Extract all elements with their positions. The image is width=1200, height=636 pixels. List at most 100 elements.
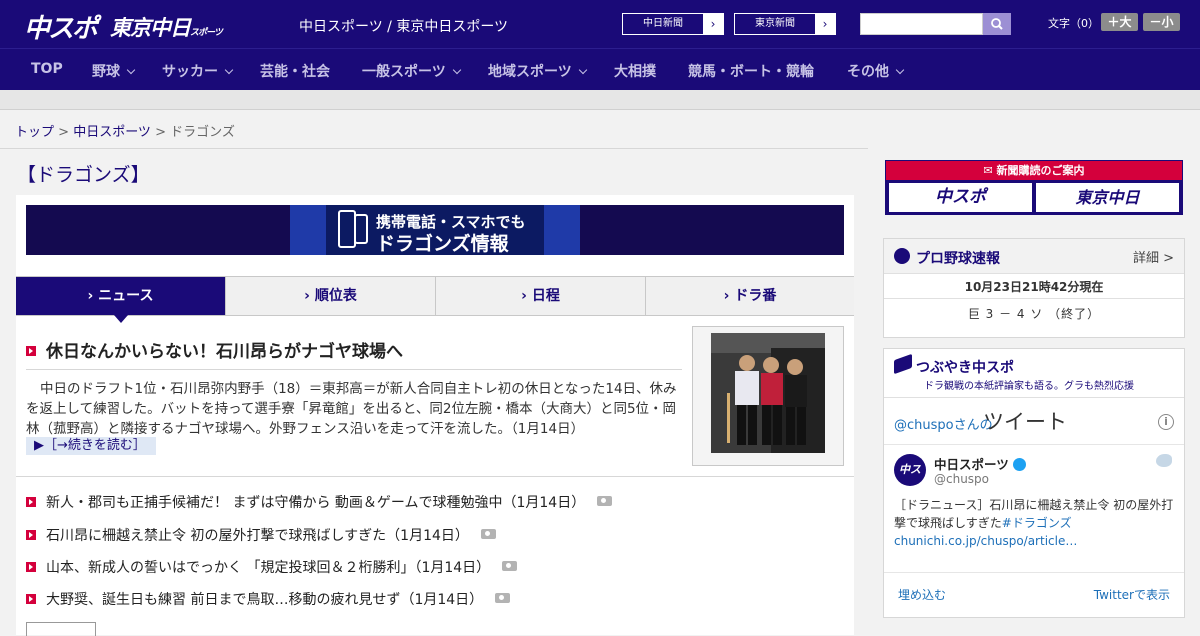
tab-schedule[interactable]: › 日程 xyxy=(436,277,646,315)
bullet-arrow-icon xyxy=(26,346,36,356)
breadcrumb-separator: > xyxy=(150,125,171,140)
nav-label: 芸能・社会 xyxy=(260,64,330,80)
nav-label: 大相撲 xyxy=(614,64,656,80)
avatar[interactable]: 中スポ xyxy=(894,454,926,508)
nav-label: 競馬・ボート・競輪 xyxy=(688,64,814,80)
card-title: つぶやき中スポ xyxy=(916,360,1014,376)
nav-item-soccer[interactable]: サッカー xyxy=(162,61,234,81)
chevron-right-icon: › xyxy=(815,14,835,34)
lead-photo xyxy=(711,333,825,453)
breadcrumb-separator: > xyxy=(54,125,74,140)
baseball-score-card: プロ野球速報 詳細 > 10月23日21時42分現在 巨 3 － 4 ソ （終了… xyxy=(883,238,1185,338)
divider xyxy=(884,572,1184,573)
nav-item-sumo[interactable]: 大相撲 xyxy=(614,61,656,81)
subscribe-tokyo-button[interactable]: 東京中日 xyxy=(1036,183,1179,212)
players-photo-image xyxy=(711,333,825,453)
banner-stripe xyxy=(544,205,580,255)
camera-icon xyxy=(597,496,613,506)
breadcrumb-chunichi[interactable]: 中日スポーツ xyxy=(73,125,151,140)
nav-item-baseball[interactable]: 野球 xyxy=(92,61,136,81)
detail-link[interactable]: 詳細 > xyxy=(1133,247,1174,266)
banner-line2: ドラゴンズ情報 xyxy=(376,233,509,255)
smartphone-icon xyxy=(354,214,368,244)
search-input[interactable] xyxy=(860,13,983,35)
info-icon[interactable]: i xyxy=(1158,414,1174,430)
lead-title-text: 休日なんかいらない！石川昂らがナゴヤ球場へ xyxy=(46,342,403,362)
chunichi-shimbun-button[interactable]: 中日新聞 › xyxy=(622,13,724,35)
tab-news[interactable]: › ニュース xyxy=(16,277,226,323)
nav-item-entertainment[interactable]: 芸能・社会 xyxy=(260,61,330,81)
lead-article-title[interactable]: 休日なんかいらない！石川昂らがナゴヤ球場へ xyxy=(26,336,682,370)
chevron-down-icon xyxy=(224,65,234,75)
lead-photo-frame[interactable] xyxy=(692,326,844,466)
nav-item-top[interactable]: TOP xyxy=(31,61,63,77)
tokyo-shimbun-button[interactable]: 東京新聞 › xyxy=(734,13,836,35)
page-title: 【ドラゴンズ】 xyxy=(17,164,150,186)
chevron-down-icon xyxy=(452,65,461,75)
tokyo-chunichi-logo[interactable]: 東京中日スポーツ xyxy=(110,12,223,42)
camera-icon xyxy=(480,529,496,539)
font-size-label: 文字（0） xyxy=(1048,17,1099,30)
nav-label: TOP xyxy=(31,61,63,77)
font-larger-button[interactable]: ＋大 xyxy=(1101,13,1138,31)
divider xyxy=(0,148,868,149)
paper-button-label: 中日新聞 xyxy=(643,18,683,29)
main-nav: TOP 野球 サッカー 芸能・社会 一般スポーツ 地域スポーツ 大相撲 競馬・ボ… xyxy=(0,48,1200,90)
bullet-arrow-icon xyxy=(26,594,36,604)
section-tabs: › ニュース › 順位表 › 日程 › ドラ番 xyxy=(16,276,854,323)
tokyo-logo-text: 東京中日 xyxy=(110,16,191,40)
divider xyxy=(16,476,854,477)
view-on-twitter-link[interactable]: Twitterで表示 xyxy=(1094,586,1170,603)
twitter-card: つぶやき中スポ ドラ観戦の本紙評論家も語る。グラも熱烈応援 @chuspoさんの… xyxy=(883,348,1185,618)
breadcrumb-top[interactable]: トップ xyxy=(15,125,54,140)
twitter-bird-icon[interactable] xyxy=(1156,454,1172,467)
chevron-right-icon: › xyxy=(703,14,723,34)
account-username[interactable]: @chuspo xyxy=(934,472,989,486)
twitter-handle[interactable]: @chuspoさんの xyxy=(894,414,993,433)
verified-icon xyxy=(1012,458,1026,471)
news-title: 大野奨、誕生日も練習 前日まで鳥取…移動の疲れ見せず（1月14日） xyxy=(46,592,484,608)
news-title: 新人・郡司も正捕手候補だ！ まずは守備から 動画＆ゲームで球種勉強中（1月14日… xyxy=(46,495,586,511)
tweets-heading: ツイート xyxy=(983,410,1067,434)
paper-button-label: 東京新聞 xyxy=(755,18,795,29)
tweet-link[interactable]: chunichi.co.jp/chuspo/article… xyxy=(894,534,1077,548)
megaphone-icon xyxy=(894,353,912,375)
subscription-heading: ✉ 新聞購読のご案内 xyxy=(886,161,1182,180)
subscription-heading-text: 新聞購読のご案内 xyxy=(996,164,1085,177)
embed-link[interactable]: 埋め込む xyxy=(898,586,946,603)
twitter-timeline: @chuspoさんの ツイート i 中スポ 中日スポーツ @chuspo ［ドラ… xyxy=(884,397,1184,611)
breadcrumb-current: ドラゴンズ xyxy=(170,125,235,140)
font-smaller-button[interactable]: －小 xyxy=(1143,13,1180,31)
nav-item-regional-sports[interactable]: 地域スポーツ xyxy=(488,61,587,81)
site-links[interactable]: 中日スポーツ / 東京中日スポーツ xyxy=(299,16,508,36)
tab-standings[interactable]: › 順位表 xyxy=(226,277,436,315)
read-more-link[interactable]: ▶［→続きを読む］ xyxy=(26,437,156,455)
tweet-hashtag[interactable]: #ドラゴンズ xyxy=(1002,516,1072,530)
card-header: プロ野球速報 詳細 > xyxy=(884,239,1184,273)
score-timestamp: 10月23日21時42分現在 xyxy=(884,273,1184,299)
score-result[interactable]: 巨 3 － 4 ソ （終了） xyxy=(884,305,1184,322)
bullet-arrow-icon xyxy=(26,497,36,507)
subscribe-chuspo-button[interactable]: 中スポ xyxy=(889,183,1032,212)
bullet-arrow-icon xyxy=(26,562,36,572)
baseball-icon xyxy=(894,248,910,264)
nav-label: 地域スポーツ xyxy=(488,64,572,80)
search-button[interactable] xyxy=(983,13,1011,35)
mobile-banner[interactable]: 携帯電話・スマホでも ドラゴンズ情報 xyxy=(26,205,844,255)
card-title: プロ野球速報 xyxy=(916,251,1000,267)
nav-item-racing[interactable]: 競馬・ボート・競輪 xyxy=(688,61,814,81)
news-title: 山本、新成人の誓いはでっかく 「規定投球回＆２桁勝利」（1月14日） xyxy=(46,560,491,576)
breadcrumb: トップ > 中日スポーツ > ドラゴンズ xyxy=(15,121,235,140)
nav-item-other[interactable]: その他 xyxy=(847,61,905,81)
top-header: 中スポ 東京中日スポーツ 中日スポーツ / 東京中日スポーツ 中日新聞 › 東京… xyxy=(0,0,1200,48)
tab-dora-ban[interactable]: › ドラ番 xyxy=(646,277,854,315)
tweet-text: ［ドラニュース］石川昂に柵越え禁止令 初の屋外打撃で球飛ばしすぎた#ドラゴンズ c… xyxy=(894,496,1176,550)
card-subtitle: ドラ観戦の本紙評論家も語る。グラも熱烈応援 xyxy=(924,381,1134,392)
sub-nav-band xyxy=(0,90,1200,110)
more-button[interactable] xyxy=(26,622,96,636)
chuspo-logo[interactable]: 中スポ xyxy=(24,8,98,45)
chevron-down-icon xyxy=(126,65,136,75)
nav-item-general-sports[interactable]: 一般スポーツ xyxy=(362,61,461,81)
chevron-down-icon xyxy=(578,65,587,75)
account-name[interactable]: 中日スポーツ xyxy=(934,454,1026,473)
